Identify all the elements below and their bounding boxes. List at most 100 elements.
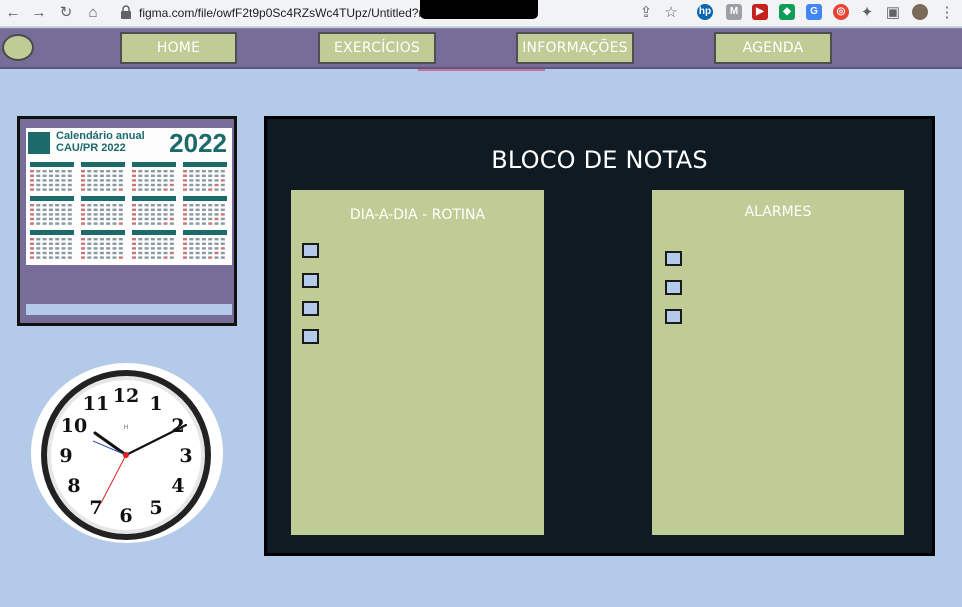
menu-icon[interactable]: ⋮ <box>938 4 956 22</box>
calendar-day-cell <box>30 213 34 216</box>
calendar-day-cell <box>208 188 213 191</box>
calendar-day-cell <box>55 217 60 221</box>
calendar-day-cell <box>183 174 187 177</box>
calendar-day-cell <box>169 208 174 211</box>
alarm-checkbox[interactable] <box>665 251 682 266</box>
calendar-day-cell <box>36 179 41 182</box>
calendar-day-cell <box>106 242 111 245</box>
calendar-day-cell <box>195 174 200 177</box>
home-icon[interactable]: ⌂ <box>84 4 102 22</box>
calendar-month-header <box>132 162 176 167</box>
alarm-checkbox[interactable] <box>665 309 682 324</box>
calendar-day-cell <box>81 247 85 250</box>
translate-extension-icon[interactable]: G <box>806 4 822 20</box>
calendar-day-cell <box>67 213 72 216</box>
target-extension-icon[interactable]: ◎ <box>833 4 849 20</box>
nav-exercicios-button[interactable]: EXERCÍCIOS <box>318 32 436 64</box>
calendar-day-cell <box>195 204 200 207</box>
routine-column[interactable]: DIA-A-DIA - ROTINA <box>291 190 544 535</box>
calendar-day-cell <box>214 222 219 225</box>
profile-icon[interactable] <box>912 4 928 20</box>
forward-icon[interactable]: → <box>30 4 48 22</box>
calendar-day-cell <box>157 222 162 225</box>
extensions-icon[interactable]: ✦ <box>858 4 876 22</box>
calendar-day-cell <box>201 208 206 211</box>
calendar-day-cell <box>99 183 104 187</box>
alarms-column[interactable]: ALARMES <box>652 190 904 535</box>
calendar-day-cell <box>87 170 92 173</box>
routine-checkbox[interactable] <box>302 273 319 288</box>
share-icon[interactable]: ⇪ <box>637 4 655 22</box>
alarm-checkbox[interactable] <box>665 280 682 295</box>
logo[interactable] <box>2 34 34 61</box>
calendar-day-cell <box>201 174 206 177</box>
sidebar-icon[interactable]: ▣ <box>884 4 902 22</box>
calendar-day-cell <box>36 238 41 241</box>
calendar-card[interactable]: Calendário anual CAU/PR 2022 2022 <box>17 116 237 326</box>
calendar-day-cell <box>201 183 206 187</box>
calendar-day-cell <box>55 247 60 250</box>
mail-extension-icon[interactable]: M <box>726 4 742 20</box>
calendar-day-cell <box>48 251 53 255</box>
calendar-day-cell <box>163 222 168 225</box>
calendar-day-cell <box>118 170 123 173</box>
calendar-day-cell <box>208 222 213 225</box>
reload-icon[interactable]: ↻ <box>57 4 75 22</box>
calendar-day-cell <box>150 179 155 182</box>
calendar-day-cell <box>189 170 194 173</box>
calendar-day-cell <box>183 208 187 211</box>
calendar-day-cell <box>138 204 143 207</box>
hp-extension-icon[interactable]: hp <box>697 4 713 20</box>
calendar-day-cell <box>208 247 213 250</box>
calendar-day-cell <box>93 208 98 211</box>
calendar-month-grid <box>30 162 227 259</box>
nav-home-button[interactable]: HOME <box>120 32 237 64</box>
calendar-day-cell <box>220 247 225 250</box>
nav-agenda-button[interactable]: AGENDA <box>714 32 832 64</box>
calendar-day-cell <box>87 183 92 187</box>
routine-checkbox[interactable] <box>302 329 319 344</box>
calendar-month-header <box>132 196 176 201</box>
calendar-day-cell <box>138 188 143 191</box>
calendar-day-cell <box>118 251 123 255</box>
nav-informacoes-button[interactable]: INFORMAÇÕES <box>516 32 634 64</box>
calendar-day-cell <box>81 242 85 245</box>
calendar-day-cell <box>208 204 213 207</box>
calendar-day-cell <box>195 256 200 259</box>
calendar-day-cell <box>163 247 168 250</box>
calendar-day-cell <box>157 174 162 177</box>
calendar-day-cell <box>42 222 47 225</box>
calendar-day-cell <box>42 208 47 211</box>
calendar-day-cell <box>106 208 111 211</box>
calendar-day-cell <box>157 170 162 173</box>
calendar-day-cell <box>169 188 174 191</box>
calendar-day-cell <box>99 188 104 191</box>
calendar-day-cell <box>220 174 225 177</box>
back-icon[interactable]: ← <box>4 4 22 22</box>
calendar-day-cell <box>61 217 66 221</box>
calendar-day-cell <box>195 170 200 173</box>
routine-title: DIA-A-DIA - ROTINA <box>349 207 486 223</box>
calendar-day-cell <box>87 256 92 259</box>
calendar-day-cell <box>118 204 123 207</box>
calendar-day-cell <box>157 251 162 255</box>
calendar-day-cell <box>36 170 41 173</box>
shield-extension-icon[interactable]: ◆ <box>779 4 795 20</box>
media-extension-icon[interactable]: ▶ <box>752 4 768 20</box>
calendar-day-cell <box>30 188 34 191</box>
calendar-day-cell <box>195 222 200 225</box>
calendar-day-cell <box>118 208 123 211</box>
calendar-day-cell <box>201 251 206 255</box>
calendar-day-cell <box>189 256 194 259</box>
calendar-day-cell <box>93 251 98 255</box>
calendar-day-cell <box>163 188 168 191</box>
calendar-month-header <box>30 196 74 201</box>
routine-checkbox[interactable] <box>302 243 319 258</box>
address-bar[interactable]: figma.com/file/owfF2t9p0Sc4RZsWc4TUpz/Un… <box>112 0 692 24</box>
calendar-day-cell <box>81 213 85 216</box>
calendar-day-cell <box>150 208 155 211</box>
star-icon[interactable]: ☆ <box>662 4 680 22</box>
calendar-day-cell <box>169 183 174 187</box>
calendar-day-cell <box>118 217 123 221</box>
routine-checkbox[interactable] <box>302 301 319 316</box>
